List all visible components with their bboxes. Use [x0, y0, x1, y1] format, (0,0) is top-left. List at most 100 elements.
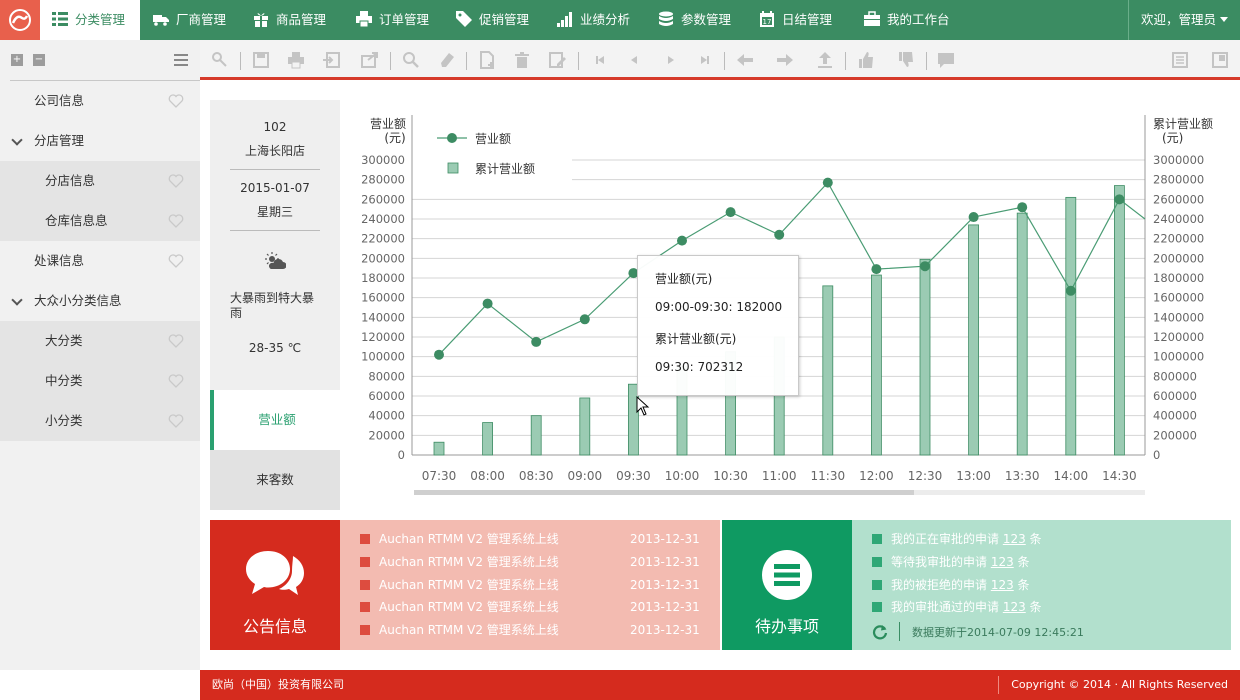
notice-item[interactable]: Auchan RTMM V2 管理系统上线 2013-12-31: [360, 552, 700, 572]
heart-icon[interactable]: [168, 413, 184, 429]
tab-customers[interactable]: 来客数: [210, 450, 340, 510]
heart-icon[interactable]: [168, 373, 184, 389]
heart-icon[interactable]: [168, 333, 184, 349]
comment-icon[interactable]: [937, 51, 955, 69]
search-icon[interactable]: [402, 51, 420, 69]
divider: [230, 230, 320, 231]
new-document-icon[interactable]: [478, 51, 496, 69]
import-icon[interactable]: [322, 51, 340, 69]
user-menu[interactable]: 欢迎，管理员: [1128, 0, 1240, 40]
point-revenue: [1065, 285, 1076, 296]
database-icon: [658, 3, 674, 26]
nav-label: 参数管理: [681, 12, 732, 27]
point-revenue: [1017, 202, 1028, 213]
print-icon[interactable]: [287, 51, 305, 69]
y-left-tick-label: 260000: [361, 192, 405, 206]
y-right-tick-label: 2400000: [1153, 212, 1204, 226]
search-settings-icon[interactable]: [211, 51, 229, 69]
nav-label: 日结管理: [782, 12, 833, 27]
nav-item-promotion[interactable]: 促销管理: [456, 0, 529, 40]
sidebar-item-large-category[interactable]: 大分类: [0, 321, 200, 361]
export-icon[interactable]: [361, 51, 379, 69]
point-revenue: [1114, 194, 1125, 205]
todo-label: 等待我审批的申请: [891, 555, 991, 569]
todo-unit: 条: [1013, 578, 1030, 592]
thumbs-up-icon[interactable]: [857, 51, 875, 69]
trash-icon[interactable]: [513, 51, 531, 69]
list-view-icon[interactable]: [1171, 51, 1189, 69]
todo-panel[interactable]: 待办事项: [722, 520, 852, 650]
toolbar-separator: [724, 52, 725, 70]
tab-revenue[interactable]: 营业额: [210, 390, 340, 450]
tooltip-title-cumulative: 累计营业额(元): [655, 332, 737, 346]
notice-date: 2013-12-31: [630, 600, 700, 614]
sidebar-group-branch[interactable]: 分店管理: [10, 121, 200, 161]
eraser-icon[interactable]: [438, 51, 456, 69]
y-left-tick-label: 100000: [361, 350, 405, 364]
expand-all-icon[interactable]: +: [11, 54, 23, 66]
notice-item[interactable]: Auchan RTMM V2 管理系统上线 2013-12-31: [360, 597, 700, 617]
x-tick-label: 09:30: [616, 469, 651, 483]
window-icon[interactable]: [1211, 51, 1229, 69]
hamburger-menu-icon[interactable]: [174, 54, 188, 69]
upload-icon[interactable]: [816, 51, 834, 69]
first-page-icon[interactable]: [591, 51, 609, 69]
divider: [899, 622, 900, 641]
chart-scrollbar-thumb[interactable]: [414, 490, 914, 495]
arrow-right-icon[interactable]: [776, 51, 794, 69]
notice-panel[interactable]: 公告信息: [210, 520, 340, 650]
heart-icon[interactable]: [168, 93, 184, 109]
y-right-tick-label: 2600000: [1153, 192, 1204, 206]
heart-icon[interactable]: [168, 173, 184, 189]
nav-item-performance[interactable]: 业绩分析: [557, 0, 630, 40]
sidebar-item-medium-category[interactable]: 中分类: [0, 361, 200, 401]
point-revenue: [482, 298, 493, 309]
arrow-left-icon[interactable]: [736, 51, 754, 69]
heart-icon[interactable]: [168, 213, 184, 229]
x-tick-label: 11:30: [811, 469, 846, 483]
collapse-all-icon[interactable]: −: [33, 54, 45, 66]
notice-item[interactable]: Auchan RTMM V2 管理系统上线 2013-12-31: [360, 529, 700, 549]
nav-label: 厂商管理: [176, 12, 227, 27]
sidebar-group-category[interactable]: 大众小分类信息: [10, 281, 200, 321]
sidebar-item-company-info[interactable]: 公司信息: [10, 81, 200, 121]
next-page-icon[interactable]: [661, 51, 679, 69]
sidebar-item-small-category[interactable]: 小分类: [0, 401, 200, 441]
nav-label: 业绩分析: [580, 12, 631, 27]
edit-icon[interactable]: [548, 51, 566, 69]
todo-count-link[interactable]: 123: [1003, 600, 1026, 614]
sidebar-item-section-info[interactable]: 处课信息: [10, 241, 200, 281]
thumbs-down-icon[interactable]: [897, 51, 915, 69]
nav-item-product[interactable]: 商品管理: [253, 0, 326, 40]
todo-count-link[interactable]: 123: [991, 555, 1014, 569]
y-right-tick-label: 2200000: [1153, 232, 1204, 246]
notice-item[interactable]: Auchan RTMM V2 管理系统上线 2013-12-31: [360, 575, 700, 595]
sidebar-item-branch-info[interactable]: 分店信息: [0, 161, 200, 201]
todo-count-link[interactable]: 123: [1003, 532, 1026, 546]
heart-icon[interactable]: [168, 253, 184, 269]
bar-cumulative-revenue: [579, 397, 591, 456]
logo[interactable]: [0, 0, 40, 40]
nav-item-order[interactable]: 订单管理: [356, 0, 429, 40]
refresh-icon[interactable]: [872, 624, 888, 640]
sidebar: + − 公司信息 分店管理 分店信息 仓库信息息 处课信息 大众小分类信息 大分…: [0, 40, 200, 670]
nav-item-vendor[interactable]: 厂商管理: [153, 0, 226, 40]
chat-bubbles-icon: [246, 551, 304, 595]
previous-page-icon[interactable]: [626, 51, 644, 69]
nav-item-daily-settlement[interactable]: 17 日结管理: [759, 0, 832, 40]
nav-item-category[interactable]: 分类管理: [40, 0, 140, 40]
sidebar-item-warehouse-info[interactable]: 仓库信息息: [0, 201, 200, 241]
point-revenue: [579, 314, 590, 325]
nav-item-workbench[interactable]: 我的工作台: [864, 0, 950, 40]
y-right-tick-label: 1000000: [1153, 350, 1204, 364]
bar-cumulative-revenue: [871, 274, 882, 456]
tooltip-title-revenue: 营业额(元): [655, 272, 713, 286]
y-left-tick-label: 20000: [368, 428, 405, 442]
notice-item[interactable]: Auchan RTMM V2 管理系统上线 2013-12-31: [360, 620, 700, 640]
last-page-icon[interactable]: [696, 51, 714, 69]
nav-label: 订单管理: [379, 12, 430, 27]
welcome-text: 欢迎，管理员: [1141, 12, 1217, 27]
todo-count-link[interactable]: 123: [991, 578, 1014, 592]
nav-item-parameters[interactable]: 参数管理: [658, 0, 731, 40]
save-icon[interactable]: [252, 51, 270, 69]
